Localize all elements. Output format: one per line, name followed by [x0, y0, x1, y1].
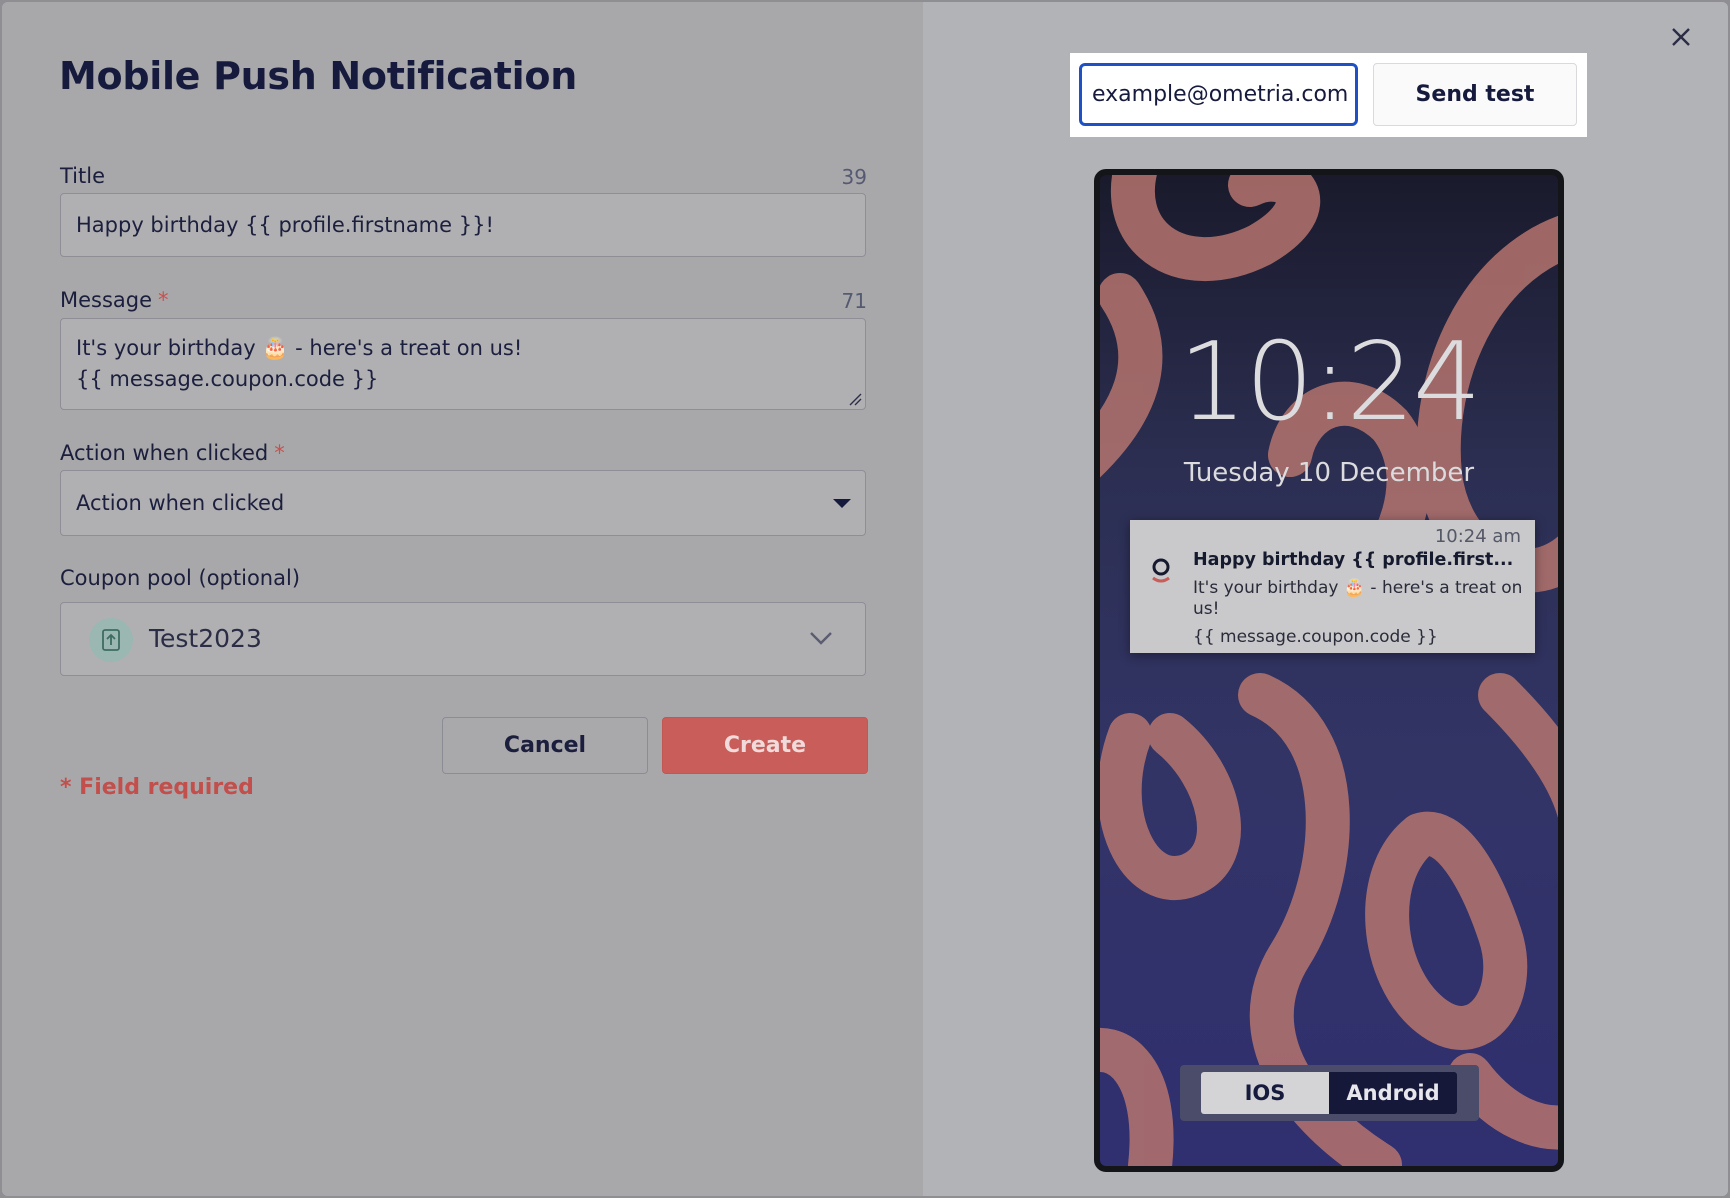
send-test-button[interactable]: Send test: [1373, 63, 1577, 126]
create-button[interactable]: Create: [662, 717, 868, 774]
message-line-2: {{ message.coupon.code }}: [76, 367, 379, 391]
coupon-upload-icon: [89, 618, 133, 662]
chevron-down-icon: [810, 632, 832, 645]
message-label: Message *: [60, 288, 169, 312]
caret-down-icon: [833, 499, 851, 508]
title-char-count: 39: [841, 165, 867, 189]
phone-preview: 10:24 Tuesday 10 December 10:24 am Happy…: [1094, 169, 1564, 1172]
android-toggle-button[interactable]: Android: [1329, 1072, 1457, 1114]
title-label: Title: [60, 164, 106, 188]
notification-card: 10:24 am Happy birthday {{ profile.first…: [1130, 520, 1535, 653]
required-mark: *: [274, 441, 285, 465]
field-required-note: * Field required: [60, 775, 254, 800]
lockscreen-date: Tuesday 10 December: [1183, 458, 1475, 488]
coupon-label: Coupon pool (optional): [60, 566, 301, 590]
close-icon[interactable]: [1668, 24, 1694, 50]
ios-toggle-button[interactable]: IOS: [1201, 1072, 1329, 1114]
resize-grip-icon[interactable]: [848, 392, 862, 406]
form-pane: Mobile Push Notification Title 39 Happy …: [2, 2, 923, 1196]
message-label-text: Message: [60, 288, 153, 312]
action-label-text: Action when clicked: [60, 441, 269, 465]
platform-toggle: IOS Android: [1180, 1065, 1479, 1121]
action-label: Action when clicked *: [60, 441, 285, 465]
notification-code: {{ message.coupon.code }}: [1193, 627, 1438, 647]
notification-body: It's your birthday 🎂 - here's a treat on…: [1193, 578, 1523, 619]
coupon-pool-select[interactable]: Test2023: [60, 602, 866, 676]
action-select-value: Action when clicked: [76, 491, 285, 515]
send-test-panel: example@ometria.com Send test: [1070, 53, 1587, 137]
message-textarea[interactable]: It's your birthday 🎂 - here's a treat on…: [60, 318, 866, 410]
page-title: Mobile Push Notification: [59, 54, 577, 98]
message-char-count: 71: [841, 289, 867, 313]
action-select[interactable]: Action when clicked: [60, 470, 866, 536]
test-email-input[interactable]: example@ometria.com: [1079, 63, 1358, 126]
modal: Mobile Push Notification Title 39 Happy …: [2, 2, 1728, 1196]
notification-time: 10:24 am: [1434, 526, 1521, 547]
cancel-button[interactable]: Cancel: [442, 717, 648, 774]
notification-title: Happy birthday {{ profile.first...: [1193, 550, 1514, 570]
title-input[interactable]: Happy birthday {{ profile.firstname }}!: [60, 193, 866, 257]
app-logo-icon: [1152, 558, 1170, 583]
lockscreen-clock: 10:24: [1178, 320, 1481, 445]
required-mark: *: [158, 288, 169, 312]
coupon-pool-value: Test2023: [149, 624, 262, 653]
message-line-1: It's your birthday 🎂 - here's a treat on…: [76, 336, 523, 360]
